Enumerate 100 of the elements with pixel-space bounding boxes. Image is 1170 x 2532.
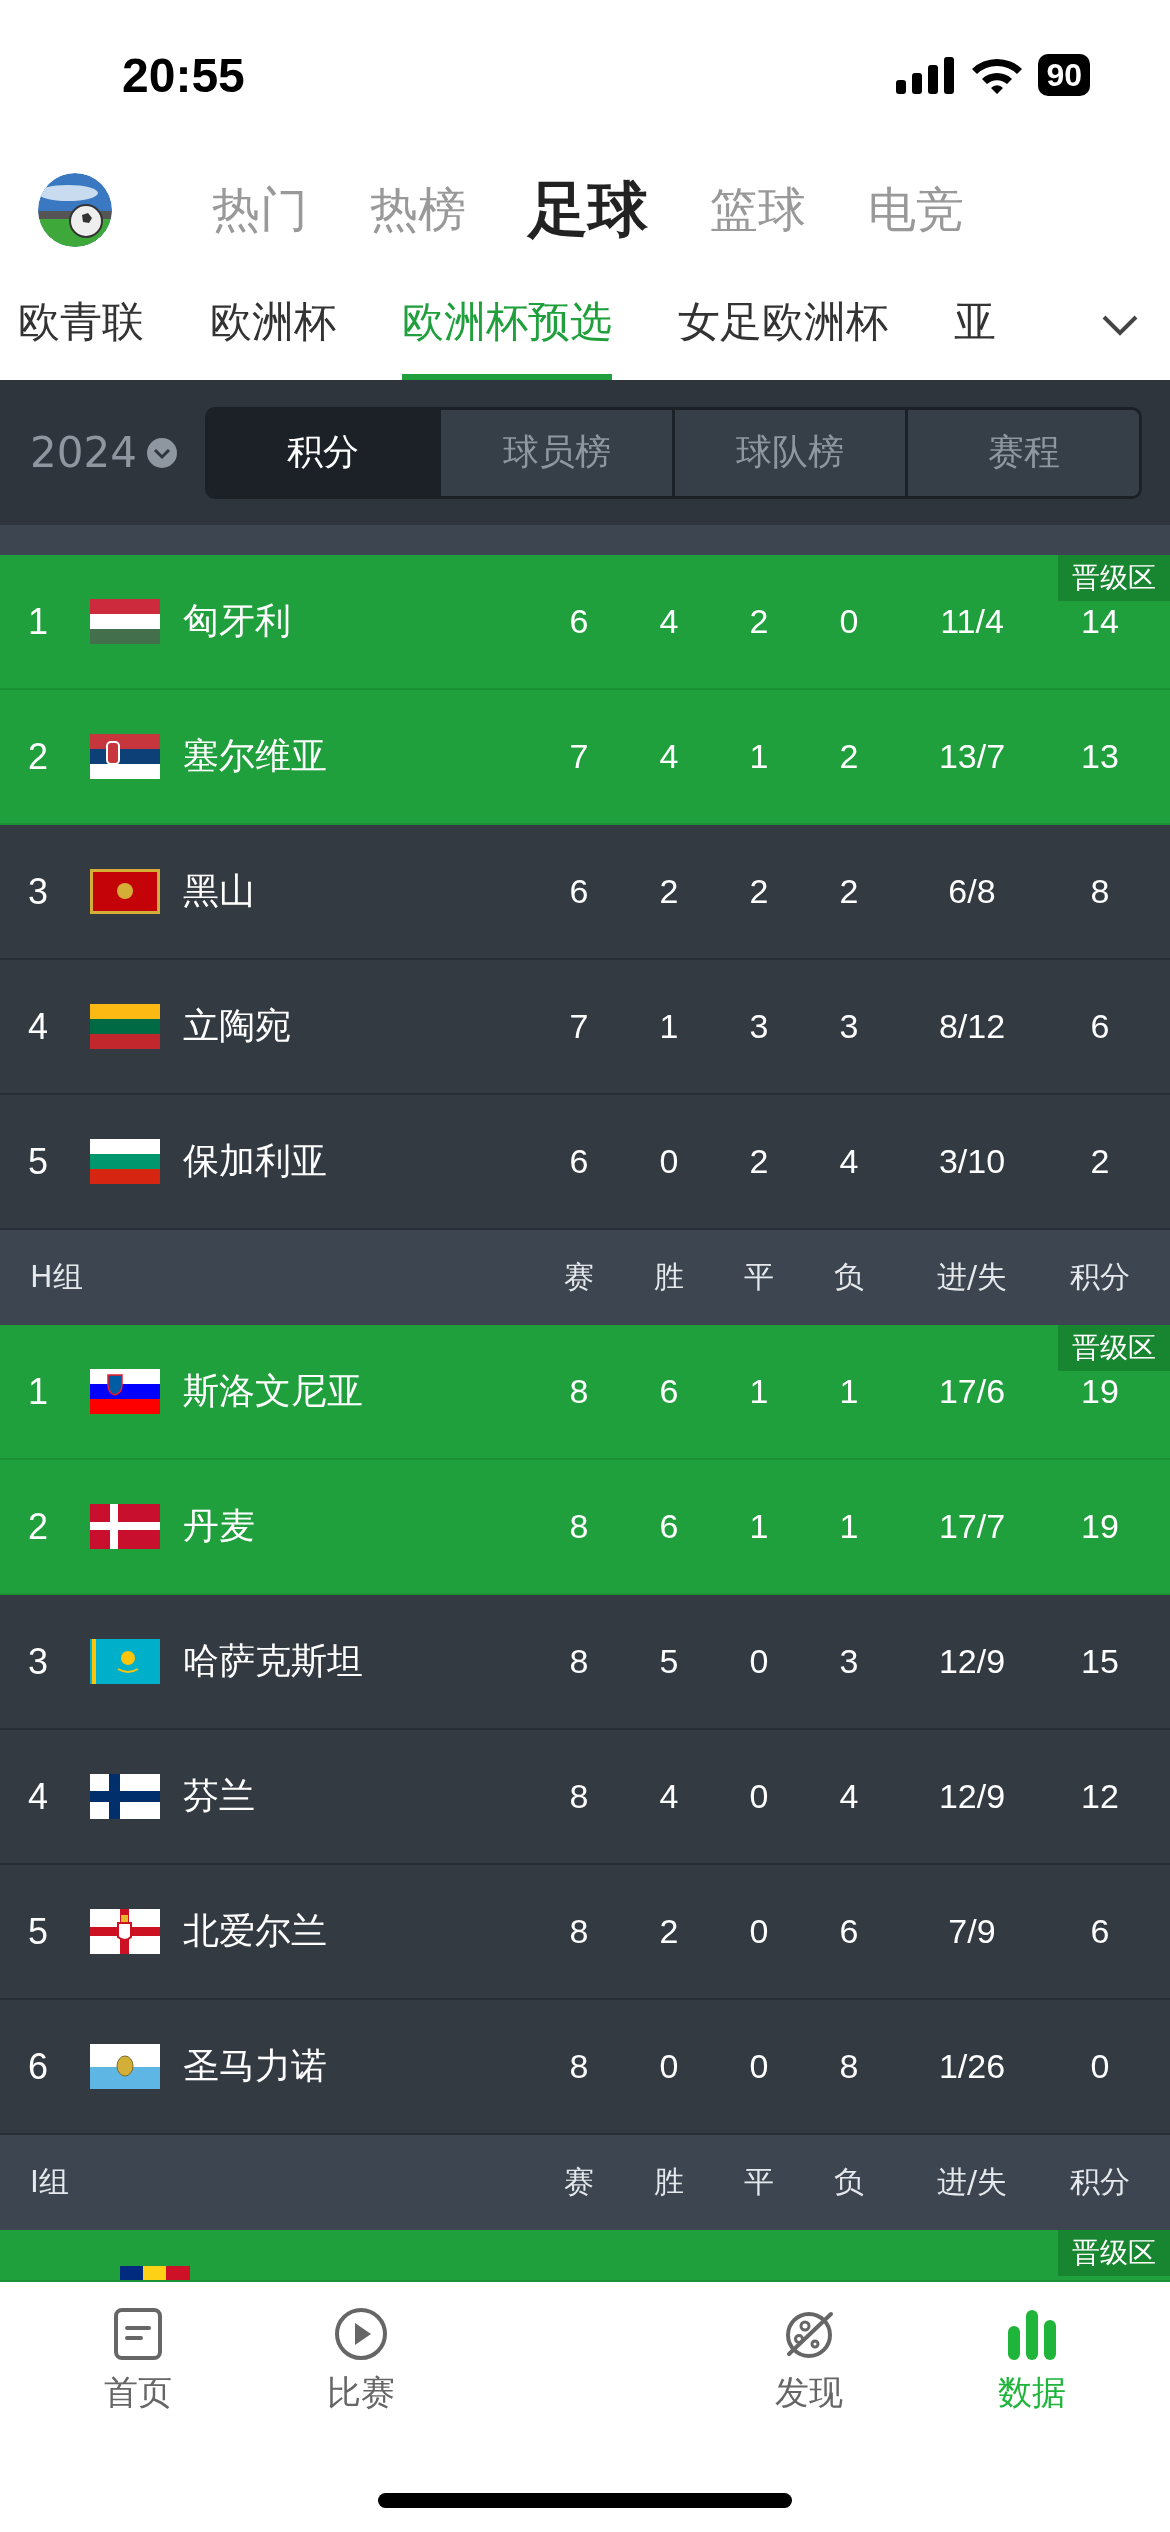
column-header: 负 — [833, 1258, 865, 1296]
nav-tab[interactable]: 发现 — [696, 2282, 921, 2532]
segment-tab[interactable]: 球队榜 — [671, 409, 906, 496]
team-name: 北爱尔兰 — [183, 1909, 328, 1953]
stat-value: 1 — [748, 737, 770, 776]
column-header: 赛 — [563, 1258, 595, 1296]
rank-number: 2 — [28, 1505, 50, 1548]
stat-value: 0 — [658, 2047, 680, 2086]
stat-value: 13/7 — [937, 737, 1007, 776]
stat-value: 5 — [658, 1642, 680, 1681]
stat-value: 1 — [838, 1507, 860, 1546]
rank-number: 3 — [28, 1640, 50, 1683]
flag-icon — [90, 1369, 160, 1414]
standings-row[interactable]: 2 丹麦 8 6 1 1 17/7 19 — [0, 1460, 1170, 1595]
stat-value: 1 — [748, 1372, 770, 1411]
stat-value: 13 — [1080, 737, 1120, 776]
stat-value: 12 — [1080, 1777, 1120, 1816]
column-header: 平 — [743, 1258, 775, 1296]
standings-row[interactable]: 1 斯洛文尼亚 8 6 1 1 17/6 19 晋级区 — [0, 1325, 1170, 1460]
stat-value: 6 — [1089, 1007, 1111, 1046]
stat-value: 0 — [658, 1142, 680, 1181]
promotion-badge: 晋级区 — [1058, 1325, 1170, 1371]
stat-value: 2 — [658, 872, 680, 911]
promotion-badge: 晋级区 — [1058, 2230, 1170, 2276]
stat-value: 6 — [568, 602, 590, 641]
team-name: 匈牙利 — [183, 599, 292, 643]
rank-number: 6 — [28, 2045, 50, 2088]
stat-value: 2 — [838, 872, 860, 911]
stat-value: 7/9 — [947, 1912, 997, 1951]
flag-icon — [90, 1774, 160, 1819]
group-name: H组 — [30, 1258, 84, 1296]
nav-tab[interactable]: 比赛 — [249, 2282, 474, 2532]
flag-icon — [120, 2266, 190, 2280]
status-time: 20:55 — [122, 47, 245, 103]
stat-value: 14 — [1080, 602, 1120, 641]
segment-tab[interactable]: 积分 — [207, 409, 439, 496]
stat-value: 0 — [748, 1912, 770, 1951]
column-header: 胜 — [653, 2163, 685, 2201]
stat-value: 0 — [838, 602, 860, 641]
rank-number: 4 — [28, 1005, 50, 1048]
segment-tab[interactable]: 赛程 — [905, 409, 1139, 496]
stat-value: 17/7 — [937, 1507, 1007, 1546]
stat-value: 2 — [838, 737, 860, 776]
promotion-badge: 晋级区 — [1058, 555, 1170, 601]
nav-tab[interactable]: 首页 — [26, 2282, 250, 2532]
stat-value: 1 — [658, 1007, 680, 1046]
column-header: 积分 — [1069, 1258, 1131, 1296]
flag-icon — [90, 869, 160, 914]
rank-number: 1 — [28, 1370, 50, 1413]
stat-value: 0 — [748, 1777, 770, 1816]
battery-level: 90 — [1038, 54, 1090, 96]
stat-value: 8 — [1089, 872, 1111, 911]
standings-row[interactable]: 2 塞尔维亚 7 4 1 2 13/7 13 — [0, 690, 1170, 825]
stat-value: 0 — [748, 1642, 770, 1681]
column-header: 进/失 — [935, 2163, 1009, 2201]
team-name: 哈萨克斯坦 — [183, 1639, 364, 1683]
stat-value: 6 — [658, 1372, 680, 1411]
stat-value: 6 — [658, 1507, 680, 1546]
segment-tab[interactable]: 球员榜 — [438, 409, 672, 496]
stat-value: 6 — [568, 1142, 590, 1181]
stat-value: 6 — [1089, 1912, 1111, 1951]
group-name: I组 — [30, 2163, 70, 2201]
stat-value: 2 — [748, 872, 770, 911]
stat-value: 8 — [568, 1777, 590, 1816]
stat-value: 17/6 — [937, 1372, 1007, 1411]
team-name: 保加利亚 — [183, 1139, 328, 1183]
column-header: 进/失 — [935, 1258, 1009, 1296]
season-dropdown[interactable]: 2024 — [30, 428, 177, 477]
stat-value: 1/26 — [937, 2047, 1007, 2086]
flag-icon — [90, 1504, 160, 1549]
stat-value: 3 — [748, 1007, 770, 1046]
stat-value: 7 — [568, 1007, 590, 1046]
stat-value: 4 — [838, 1142, 860, 1181]
team-name: 黑山 — [183, 869, 256, 913]
team-name: 芬兰 — [183, 1774, 256, 1818]
stat-value: 2 — [748, 602, 770, 641]
stat-value: 8 — [568, 1642, 590, 1681]
team-name: 圣马力诺 — [183, 2044, 328, 2088]
standings-row[interactable]: 1 匈牙利 6 4 2 0 11/4 14 晋级区 — [0, 555, 1170, 690]
standings-row[interactable]: 晋级区 — [0, 2230, 1170, 2282]
league-tab[interactable]: 亚 — [954, 270, 996, 380]
flag-icon — [90, 1639, 160, 1684]
column-header: 积分 — [1069, 2163, 1131, 2201]
stat-value: 8 — [838, 2047, 860, 2086]
play-icon — [333, 2306, 390, 2362]
stat-value: 8 — [568, 1372, 590, 1411]
stat-value: 12/9 — [937, 1642, 1007, 1681]
chevron-down-icon — [146, 437, 177, 468]
stat-value: 4 — [838, 1777, 860, 1816]
rank-number: 3 — [28, 870, 50, 913]
stat-value: 4 — [658, 602, 680, 641]
stat-value: 11/4 — [939, 602, 1005, 641]
flag-icon — [90, 734, 160, 779]
stat-value: 12/9 — [937, 1777, 1007, 1816]
stat-value: 6 — [568, 872, 590, 911]
category-tab[interactable]: 足球 — [528, 169, 648, 251]
league-tab[interactable]: 欧青联 — [18, 270, 144, 380]
league-tab[interactable]: 女足欧洲杯 — [678, 270, 888, 380]
league-tab[interactable]: 欧洲杯 — [210, 270, 336, 380]
flag-icon — [90, 1139, 160, 1184]
